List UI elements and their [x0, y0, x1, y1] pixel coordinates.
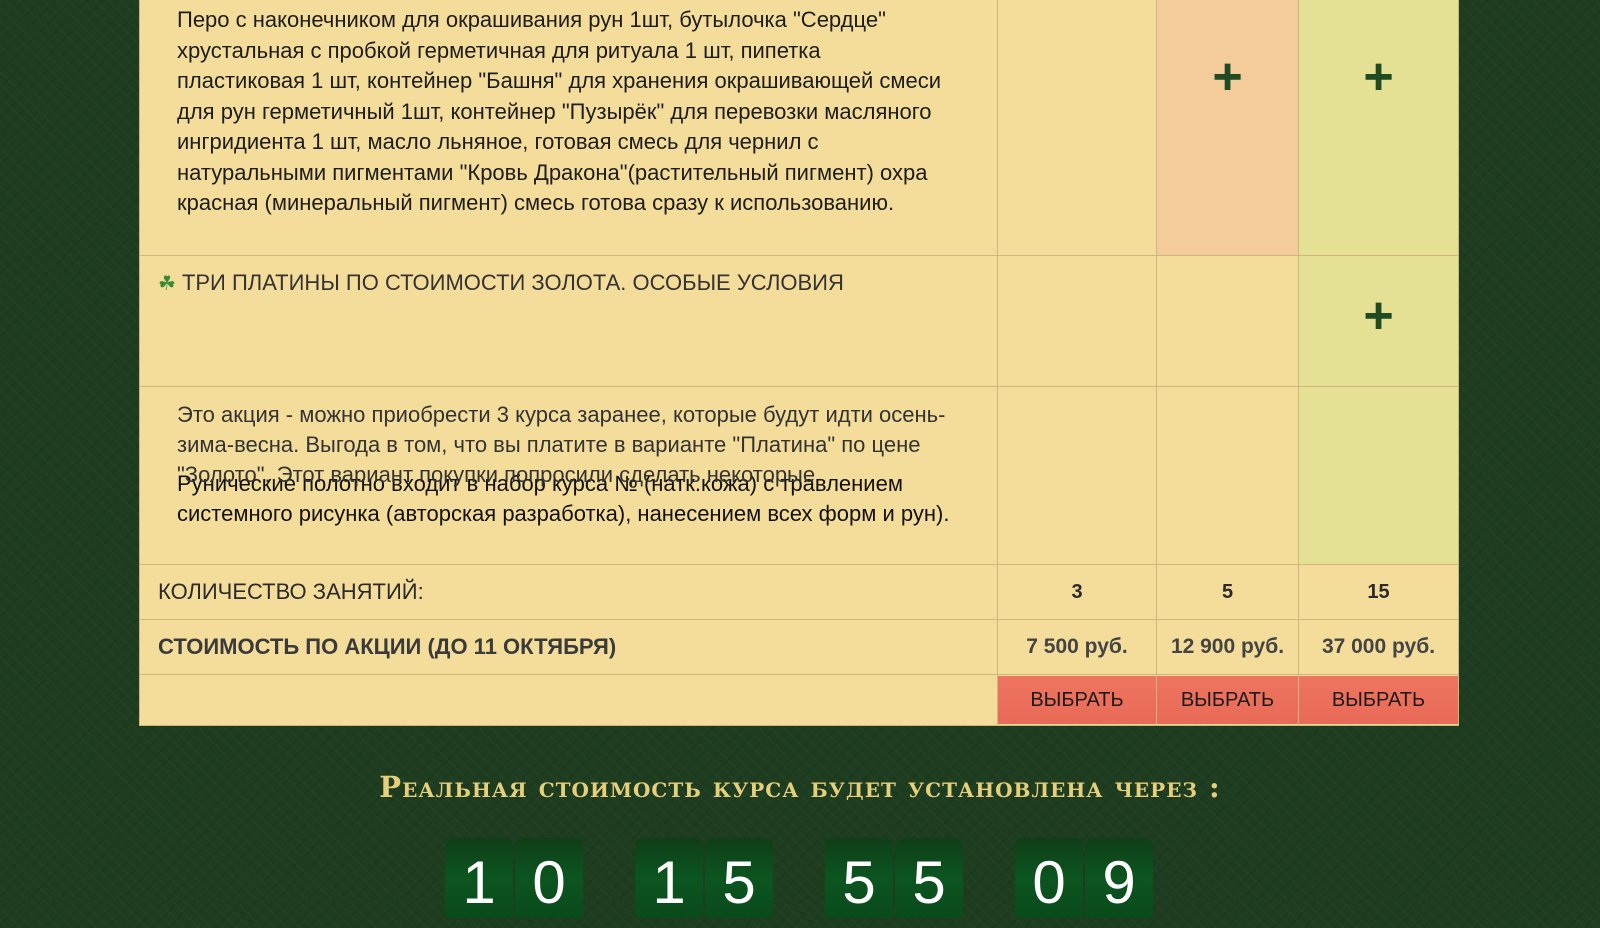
countdown-digit: 1: [635, 838, 703, 918]
promo-row: Рунические полотно входит в набор курса …: [139, 386, 1459, 565]
price-row: СТОИМОСТЬ ПО АКЦИИ (ДО 11 ОКТЯБРЯ) 7 500…: [139, 619, 1459, 675]
countdown-digit: 5: [895, 838, 963, 918]
select-button[interactable]: ВЫБРАТЬ: [1157, 676, 1298, 724]
option-3-cell: [1298, 386, 1459, 565]
plus-icon: +: [1212, 48, 1243, 106]
select-button[interactable]: ВЫБРАТЬ: [998, 676, 1156, 724]
select-row: ВЫБРАТЬ ВЫБРАТЬ ВЫБРАТЬ: [139, 674, 1459, 726]
feature-title: ТРИ ПЛАТИНЫ ПО СТОИМОСТИ ЗОЛОТА. ОСОБЫЕ …: [181, 270, 844, 295]
price-label: СТОИМОСТЬ ПО АКЦИИ (ДО 11 ОКТЯБРЯ): [139, 619, 998, 675]
quantity-value: 3: [997, 564, 1157, 620]
select-cell: ВЫБРАТЬ: [1298, 674, 1459, 726]
option-1-cell: [997, 0, 1157, 256]
leaf-icon: ☘: [158, 273, 176, 295]
countdown-heading: Реальная стоимость курса будет установле…: [379, 770, 1221, 804]
empty-cell: [139, 674, 998, 726]
ingredients-cell: Перо с наконечником для окрашивания рун …: [139, 0, 998, 256]
promo-text: Это акция - можно приобрести 3 курса зар…: [177, 402, 946, 487]
countdown-digit: 0: [515, 838, 583, 918]
ingredients-row: Перо с наконечником для окрашивания рун …: [139, 0, 1459, 256]
option-2-cell: [1156, 386, 1299, 565]
price-value: 7 500 руб.: [997, 619, 1157, 675]
select-cell: ВЫБРАТЬ: [1156, 674, 1299, 726]
countdown-digit: 5: [825, 838, 893, 918]
quantity-label: КОЛИЧЕСТВО ЗАНЯТИЙ:: [139, 564, 998, 620]
countdown-digit: 1: [445, 838, 513, 918]
option-1-cell: [997, 386, 1157, 565]
quantity-value: 15: [1298, 564, 1459, 620]
quantity-row: КОЛИЧЕСТВО ЗАНЯТИЙ: 3 5 15: [139, 564, 1459, 620]
price-value: 12 900 руб.: [1156, 619, 1299, 675]
feature-row: ☘ ТРИ ПЛАТИНЫ ПО СТОИМОСТИ ЗОЛОТА. ОСОБЫЕ…: [139, 255, 1459, 387]
option-2-cell: +: [1156, 0, 1299, 256]
option-2-cell: [1156, 255, 1299, 387]
feature-cell: ☘ ТРИ ПЛАТИНЫ ПО СТОИМОСТИ ЗОЛОТА. ОСОБЫЕ…: [139, 255, 998, 387]
price-value: 37 000 руб.: [1298, 619, 1459, 675]
promo-cell: Рунические полотно входит в набор курса …: [139, 386, 998, 565]
countdown-digit: 9: [1085, 838, 1153, 918]
option-1-cell: [997, 255, 1157, 387]
countdown-digit: 0: [1015, 838, 1083, 918]
option-3-cell: +: [1298, 0, 1459, 256]
ingredients-text: Перо с наконечником для окрашивания рун …: [177, 7, 942, 215]
quantity-value: 5: [1156, 564, 1299, 620]
select-cell: ВЫБРАТЬ: [997, 674, 1157, 726]
plus-icon: +: [1363, 48, 1394, 106]
pricing-table: Перо с наконечником для окрашивания рун …: [139, 0, 1459, 726]
countdown-digit: 5: [705, 838, 773, 918]
option-3-cell: +: [1298, 255, 1459, 387]
plus-icon: +: [1363, 287, 1394, 345]
select-button[interactable]: ВЫБРАТЬ: [1299, 676, 1458, 724]
